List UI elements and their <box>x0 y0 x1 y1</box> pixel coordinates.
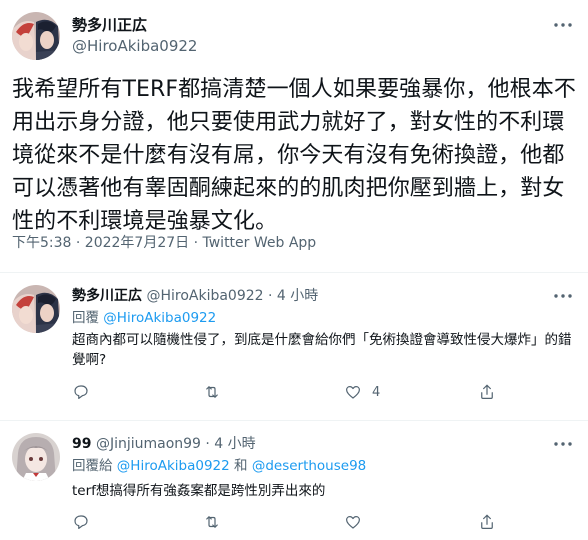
replying-to-handle[interactable]: @deserthouse98 <box>252 458 366 474</box>
reply-tweet[interactable]: 99 @Jinjiumaon99 · 4 小時 回覆給 @HiroAkiba09… <box>0 421 588 540</box>
reply-avatar[interactable] <box>12 433 60 481</box>
reply-header: 99 @Jinjiumaon99 · 4 小時 <box>72 435 256 453</box>
retweet-icon <box>203 383 221 401</box>
reply-time[interactable]: · 4 小時 <box>268 288 318 304</box>
retweet-icon <box>203 513 221 531</box>
reply-avatar[interactable] <box>12 285 60 333</box>
author-avatar[interactable] <box>12 12 60 60</box>
reply-icon <box>72 513 90 531</box>
replying-to: 回覆給 @HiroAkiba0922 和 @deserthouse98 <box>72 458 366 475</box>
like-icon <box>344 513 362 531</box>
reply-author-handle[interactable]: @HiroAkiba0922 <box>146 288 263 304</box>
replying-to: 回覆 @HiroAkiba0922 <box>72 310 216 327</box>
replying-to-prefix: 回覆給 <box>72 458 117 474</box>
reply-tweet[interactable]: 勢多川正広 @HiroAkiba0922 · 4 小時 回覆 @HiroAkib… <box>0 273 588 419</box>
share-button[interactable] <box>478 512 496 532</box>
more-icon[interactable] <box>552 287 574 305</box>
reply-button[interactable] <box>72 382 100 402</box>
author-name[interactable]: 勢多川正広 <box>72 16 147 34</box>
reply-text: 超商內都可以隨機性侵了，到底是什麼會給你們「免術換證會導致性侵大爆炸」的錯覺啊? <box>72 332 572 368</box>
action-bar <box>72 512 502 532</box>
author-handle[interactable]: @HiroAkiba0922 <box>72 37 197 55</box>
retweet-button[interactable] <box>203 512 231 532</box>
reply-author-name[interactable]: 勢多川正広 <box>72 288 142 304</box>
tweet-text: 我希望所有TERF都搞清楚一個人如果要強暴你，他根本不用出示身分證，他只要使用武… <box>12 77 576 234</box>
more-icon[interactable] <box>552 435 574 453</box>
reply-button[interactable] <box>72 512 100 532</box>
replying-to-prefix: 回覆 <box>72 310 104 326</box>
replying-to-and: 和 <box>229 458 252 474</box>
like-icon <box>344 383 362 401</box>
reply-header: 勢多川正広 @HiroAkiba0922 · 4 小時 <box>72 287 318 305</box>
like-count: 4 <box>372 384 381 400</box>
more-icon[interactable] <box>552 16 574 34</box>
like-button[interactable] <box>344 512 372 532</box>
reply-time[interactable]: · 4 小時 <box>205 436 255 452</box>
share-icon <box>478 383 496 401</box>
reply-icon <box>72 383 90 401</box>
reply-text: terf想搞得所有強姦案都是跨性別弄出來的 <box>72 483 326 499</box>
reply-author-name[interactable]: 99 <box>72 436 91 452</box>
replying-to-handle[interactable]: @HiroAkiba0922 <box>117 458 230 474</box>
reply-author-handle[interactable]: @Jinjiumaon99 <box>96 436 201 452</box>
like-button[interactable]: 4 <box>344 382 380 402</box>
main-tweet: 勢多川正広 @HiroAkiba0922 我希望所有TERF都搞清楚一個人如果要… <box>0 0 588 272</box>
share-button[interactable] <box>478 382 496 402</box>
action-bar: 4 <box>72 382 502 402</box>
replying-to-handle[interactable]: @HiroAkiba0922 <box>103 310 216 326</box>
tweet-meta[interactable]: 下午5:38 · 2022年7月27日 · Twitter Web App <box>12 235 316 252</box>
retweet-button[interactable] <box>203 382 231 402</box>
share-icon <box>478 513 496 531</box>
